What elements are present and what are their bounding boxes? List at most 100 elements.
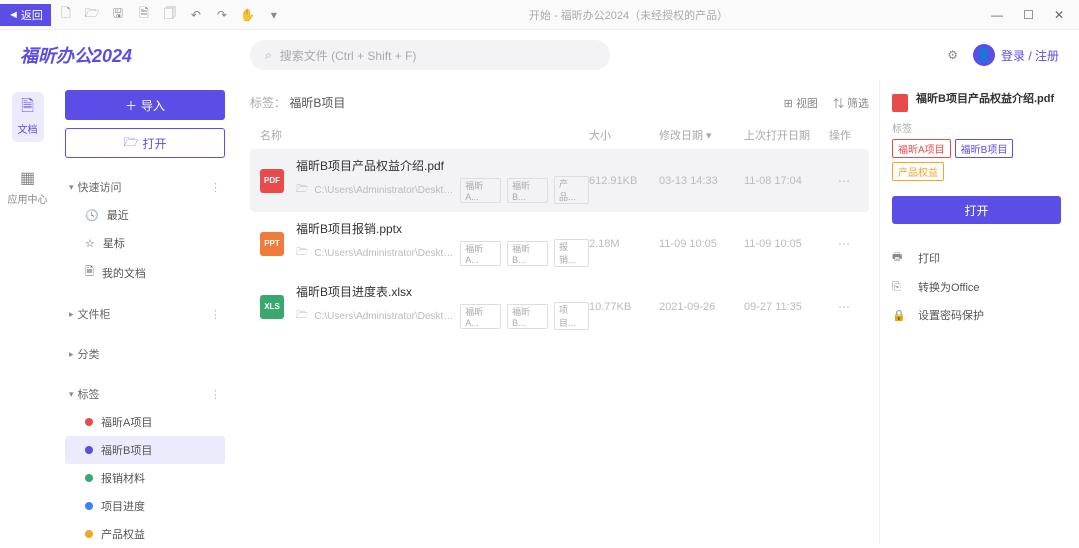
sidebar-tag-item[interactable]: 福昕B项目 [65,436,225,464]
file-row[interactable]: PPT 福昕B项目报销.pptx 🗁 C:\Users\Administrato… [250,212,869,275]
window-title: 开始 - 福昕办公2024（未经授权的产品） [281,7,976,23]
folder-tiny-icon: 🗁 [296,308,308,325]
file-row[interactable]: XLS 福昕B项目进度表.xlsx 🗁 C:\Users\Administrat… [250,275,869,338]
file-size: 2.18M [589,238,659,250]
detail-tag[interactable]: 福昕B项目 [955,139,1014,158]
detail-tag[interactable]: 产品权益 [892,162,944,181]
filter-icon: ⇅ [833,98,847,110]
hand-icon[interactable]: ✋ [241,8,255,22]
search-input[interactable]: ⌕ 搜索文件 (Ctrl + Shift + F) [250,40,610,70]
tag-dot-icon [85,530,93,538]
sidebar-tag-item[interactable]: 报销材料 [65,464,225,492]
sidebar-quick-item[interactable]: ☆星标 [65,229,225,257]
sidebar-quick-item[interactable]: 🗎我的文档 [65,257,225,288]
minimize-icon[interactable]: — [991,8,1003,22]
view-toggle[interactable]: ⊞ 视图 [784,95,818,111]
detail-action[interactable]: 🖶打印 [892,242,1061,273]
col-modified[interactable]: 修改日期 ▾ [659,127,744,143]
quick-toolbar: 🗋 🗁 🖫 🗎 🗍 ↶ ↷ ✋ ▾ [59,8,281,22]
item-icon: 🗎 [85,263,94,282]
tag-dot-icon [85,502,93,510]
col-name[interactable]: 名称 [260,127,589,143]
file-list-panel: 标签： 福昕B项目 ⊞ 视图 ⇅ 筛选 名称 大小 修改日期 ▾ 上次打开日期 … [235,80,879,544]
action-icon: ⎘ [892,281,908,294]
rail-apps[interactable]: ▦ 应用中心 [2,162,54,212]
more-icon[interactable]: ⋮ [210,388,221,401]
plus-icon: ＋ [125,97,137,114]
maximize-icon[interactable]: ☐ [1023,8,1034,22]
pdf-icon [892,94,908,112]
brand-logo: 福昕办公2024 [20,42,250,68]
new-file-icon[interactable]: 🗋 [59,8,73,22]
file-tag-chip: 福昕B... [507,241,548,266]
export-icon[interactable]: 🗍 [163,8,177,22]
login-button[interactable]: 👤 登录 / 注册 [973,44,1059,66]
breadcrumb-row: 标签： 福昕B项目 ⊞ 视图 ⇅ 筛选 [250,90,869,121]
file-tag-chip: 福昕A... [460,241,501,266]
save-icon[interactable]: 🖫 [111,8,125,22]
open-file-icon[interactable]: 🗁 [85,8,99,22]
file-path: C:\Users\Administrator\Deskto... [314,185,454,196]
chevron-down-icon: ▾ [69,389,74,400]
open-button[interactable]: 🗁 打开 [65,128,225,158]
section-quick[interactable]: ▾快速访问 ⋮ [65,173,225,201]
grid-icon: ⊞ [784,98,796,110]
file-modified: 11-09 10:05 [659,238,744,250]
redo-icon[interactable]: ↷ [215,8,229,22]
detail-open-button[interactable]: 打开 [892,196,1061,224]
row-more-icon[interactable]: ⋯ [829,174,859,188]
import-button[interactable]: ＋ 导入 [65,90,225,120]
filter-toggle[interactable]: ⇅ 筛选 [833,95,869,111]
more-icon[interactable]: ⋮ [210,181,221,194]
section-cabinet[interactable]: ▸文件柜 ⋮ [65,300,225,328]
dropdown-icon[interactable]: ▾ [267,8,281,22]
file-row[interactable]: PDF 福昕B项目产品权益介绍.pdf 🗁 C:\Users\Administr… [250,149,869,212]
detail-action[interactable]: ⎘转换为Office [892,273,1061,301]
col-size[interactable]: 大小 [589,127,659,143]
sidebar-tag-item[interactable]: 福昕A项目 [65,408,225,436]
file-tag-chip: 项目... [554,302,589,330]
search-placeholder: 搜索文件 (Ctrl + Shift + F) [280,47,417,64]
file-size: 612.91KB [589,175,659,187]
file-name: 福昕B项目产品权益介绍.pdf [296,157,589,174]
file-tag-chip: 福昕A... [460,304,501,329]
chevron-down-icon: ▾ [69,182,74,193]
undo-icon[interactable]: ↶ [189,8,203,22]
section-category[interactable]: ▸分类 [65,340,225,368]
breadcrumb-label: 标签： [250,96,286,110]
more-icon[interactable]: ⋮ [210,308,221,321]
detail-filename: 福昕B项目产品权益介绍.pdf [916,92,1054,112]
detail-panel: 福昕B项目产品权益介绍.pdf 标签 福昕A项目福昕B项目产品权益 打开 🖶打印… [879,80,1079,544]
action-icon: 🖶 [892,248,908,267]
sidebar: ＋ 导入 🗁 打开 ▾快速访问 ⋮ 🕓最近☆星标🗎我的文档 ▸文件柜 ⋮ ▸分类… [55,80,235,544]
gear-icon[interactable]: ⚙ [947,48,958,62]
file-path: C:\Users\Administrator\Deskto... [314,248,454,259]
file-size: 10.77KB [589,301,659,313]
detail-tags: 福昕A项目福昕B项目产品权益 [892,139,1061,181]
file-lastopen: 09-27 11:35 [744,301,829,313]
page-icon[interactable]: 🗎 [137,8,151,22]
row-more-icon[interactable]: ⋯ [829,300,859,314]
chevron-right-icon: ▸ [69,349,74,360]
back-button[interactable]: ◄ 返回 [0,4,51,26]
sidebar-tag-item[interactable]: 项目进度 [65,492,225,520]
detail-tag[interactable]: 福昕A项目 [892,139,951,158]
row-more-icon[interactable]: ⋯ [829,237,859,251]
file-lastopen: 11-08 17:04 [744,175,829,187]
detail-action[interactable]: 🔒设置密码保护 [892,301,1061,329]
xlsx-icon: XLS [260,295,284,319]
rail-docs[interactable]: 🗎 文档 [12,92,44,142]
section-tags[interactable]: ▾标签 ⋮ [65,380,225,408]
folder-tiny-icon: 🗁 [296,245,308,262]
apps-icon: ▦ [18,168,38,188]
file-modified: 2021-09-26 [659,301,744,313]
tag-dot-icon [85,418,93,426]
folder-icon: 🗁 [124,133,139,154]
avatar-icon: 👤 [973,44,995,66]
item-icon: ☆ [85,237,95,250]
sidebar-quick-item[interactable]: 🕓最近 [65,201,225,229]
chevron-right-icon: ▸ [69,309,74,320]
close-icon[interactable]: ✕ [1054,8,1064,22]
col-lastopen[interactable]: 上次打开日期 [744,127,829,143]
file-lastopen: 11-09 10:05 [744,238,829,250]
